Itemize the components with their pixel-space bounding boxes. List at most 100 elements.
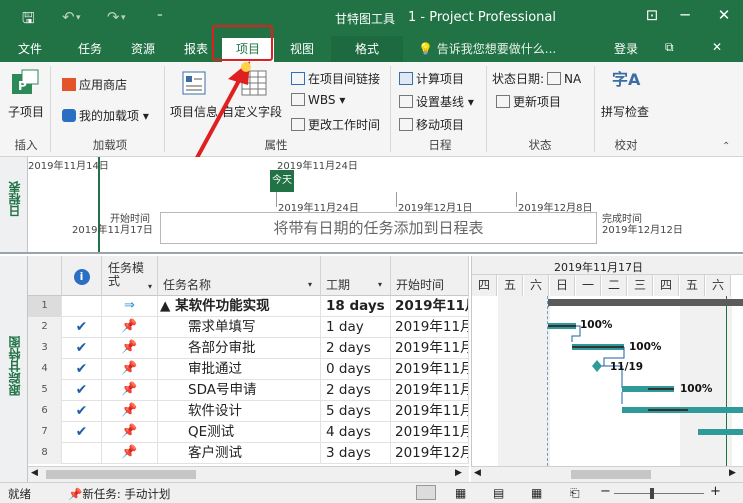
start-cell[interactable]: 2019年11月	[391, 338, 469, 359]
row-number[interactable]: 6	[28, 401, 62, 422]
table-row[interactable]: 6 ✔ 📌 软件设计 5 days 2019年11月	[28, 401, 469, 422]
start-cell[interactable]: 2019年12月	[391, 443, 469, 464]
table-row[interactable]: 4 ✔ 📌 审批通过 0 days 2019年11月	[28, 359, 469, 380]
duration-header[interactable]: 工期 ▾	[321, 256, 391, 296]
move-project-button[interactable]: 移动项目	[399, 116, 464, 133]
team-planner-icon[interactable]: ▤	[493, 486, 504, 500]
task-mode-cell[interactable]: 📌	[102, 317, 158, 338]
customize-toolbar-icon[interactable]: ⁼	[157, 10, 163, 23]
close-icon[interactable]: ✕	[712, 6, 736, 24]
table-row[interactable]: 3 ✔ 📌 各部分审批 2 days 2019年11月	[28, 338, 469, 359]
tab-format[interactable]: 格式	[331, 36, 403, 62]
duration-cell[interactable]: 4 days	[321, 422, 391, 443]
zoom-slider[interactable]	[614, 493, 704, 494]
minimize-icon[interactable]: ─	[673, 6, 697, 24]
start-cell[interactable]: 2019年11月	[391, 380, 469, 401]
undo-icon[interactable]: ↶	[62, 8, 75, 26]
task-mode-cell[interactable]: ⇒	[102, 296, 158, 317]
start-cell[interactable]: 2019年11月	[391, 317, 469, 338]
chart-hscrollbar[interactable]: ◀ ▶	[471, 466, 743, 482]
undo-dropdown-icon[interactable]: ▾	[76, 13, 81, 23]
task-name-cell[interactable]: 软件设计	[158, 401, 321, 422]
tab-task[interactable]: 任务	[78, 40, 102, 57]
tab-file[interactable]: 文件	[18, 40, 42, 57]
redo-dropdown-icon[interactable]: ▾	[121, 13, 126, 23]
row-number[interactable]: 5	[28, 380, 62, 401]
task-name-cell[interactable]: SDA号申请	[158, 380, 321, 401]
start-cell[interactable]: 2019年11月	[391, 401, 469, 422]
task-mode-cell[interactable]: 📌	[102, 443, 158, 464]
tab-resource[interactable]: 资源	[131, 40, 155, 57]
task-name-cell[interactable]: 需求单填写	[158, 317, 321, 338]
row-number[interactable]: 4	[28, 359, 62, 380]
tell-me-box[interactable]: 💡 告诉我您想要做什么...	[418, 40, 556, 57]
subproject-button[interactable]: 子项目	[8, 103, 44, 120]
tab-view[interactable]: 视图	[290, 40, 314, 57]
table-row[interactable]: 5 ✔ 📌 SDA号申请 2 days 2019年11月	[28, 380, 469, 401]
change-work-time-button[interactable]: 更改工作时间	[291, 116, 380, 133]
filter-dropdown-icon[interactable]: ▾	[378, 280, 382, 289]
duration-cell[interactable]: 0 days	[321, 359, 391, 380]
task-name-header[interactable]: 任务名称 ▾	[158, 256, 321, 296]
calc-project-button[interactable]: 计算项目	[399, 70, 464, 87]
close-window-icon[interactable]: ✕	[712, 40, 722, 54]
task-name-cell[interactable]: 各部分审批	[158, 338, 321, 359]
timeline[interactable]: 日程表 2019年11月14日 2019年11月24日 今天 2019年11月2…	[0, 157, 743, 254]
task-mode-cell[interactable]: 📌	[102, 401, 158, 422]
filter-dropdown-icon[interactable]: ▾	[148, 280, 152, 293]
select-all-corner[interactable]	[28, 256, 62, 296]
scroll-thumb[interactable]	[46, 470, 196, 479]
redo-icon[interactable]: ↷	[107, 8, 120, 26]
task-usage-icon[interactable]: ▦	[455, 486, 466, 500]
task-mode-cell[interactable]: 📌	[102, 380, 158, 401]
new-task-mode[interactable]: 📌新任务: 手动计划	[68, 486, 170, 502]
wbs-button[interactable]: WBS ▾	[291, 93, 345, 107]
table-row[interactable]: 7 ✔ 📌 QE测试 4 days 2019年11月	[28, 422, 469, 443]
resource-sheet-icon[interactable]: ▦	[531, 486, 542, 500]
timeline-drop-area[interactable]: 将带有日期的任务添加到日程表	[160, 212, 597, 244]
my-addins-button[interactable]: 我的加载项 ▾	[62, 107, 149, 124]
update-project-button[interactable]: 更新项目	[496, 93, 561, 110]
set-baseline-button[interactable]: 设置基线 ▾	[399, 93, 474, 110]
row-number[interactable]: 2	[28, 317, 62, 338]
duration-cell[interactable]: 2 days	[321, 380, 391, 401]
table-row[interactable]: 8 📌 客户测试 3 days 2019年12月	[28, 443, 469, 464]
gantt-chart[interactable]: 2019年11月17日 四五六日一二三四五六 100% 100% 11/19 1…	[471, 256, 743, 466]
duration-cell[interactable]: 2 days	[321, 338, 391, 359]
duration-cell[interactable]: 1 day	[321, 317, 391, 338]
row-number[interactable]: 3	[28, 338, 62, 359]
zoom-slider-thumb[interactable]	[650, 488, 654, 499]
start-cell[interactable]: 2019年11月	[391, 359, 469, 380]
gantt-view-icon[interactable]	[416, 485, 436, 500]
report-icon[interactable]: ⎗	[570, 486, 580, 501]
scroll-right-icon[interactable]: ▶	[455, 468, 462, 478]
duration-cell[interactable]: 18 days	[321, 296, 391, 317]
table-row[interactable]: 1 ⇒ ▲ 某软件功能实现18 days2019年11月	[28, 296, 469, 317]
task-name-cell[interactable]: QE测试	[158, 422, 321, 443]
start-cell[interactable]: 2019年11月	[391, 422, 469, 443]
row-number[interactable]: 8	[28, 443, 62, 464]
filter-dropdown-icon[interactable]: ▾	[308, 280, 312, 289]
collapse-ribbon-icon[interactable]: ⌃	[722, 141, 730, 152]
app-store-button[interactable]: 应用商店	[62, 76, 127, 93]
task-name-cell[interactable]: ▲ 某软件功能实现	[158, 296, 321, 317]
spell-check-button[interactable]: 拼写检查	[601, 103, 649, 120]
ribbon-options-icon[interactable]: ⊡	[640, 6, 664, 24]
task-name-cell[interactable]: 审批通过	[158, 359, 321, 380]
status-date-button[interactable]: 状态日期: NA	[492, 70, 581, 87]
restore-icon[interactable]: ⧉	[665, 40, 674, 55]
login-link[interactable]: 登录	[614, 40, 638, 57]
task-mode-cell[interactable]: 📌	[102, 422, 158, 443]
table-row[interactable]: 2 ✔ 📌 需求单填写 1 day 2019年11月	[28, 317, 469, 338]
scroll-thumb[interactable]	[571, 470, 651, 479]
duration-cell[interactable]: 3 days	[321, 443, 391, 464]
task-mode-cell[interactable]: 📌	[102, 338, 158, 359]
task-name-cell[interactable]: 客户测试	[158, 443, 321, 464]
table-hscrollbar[interactable]: ◀ ▶	[28, 466, 469, 482]
duration-cell[interactable]: 5 days	[321, 401, 391, 422]
zoom-in-icon[interactable]: +	[710, 484, 721, 499]
save-icon[interactable]: 🖫	[22, 8, 35, 33]
row-number[interactable]: 7	[28, 422, 62, 443]
scroll-left-icon[interactable]: ◀	[474, 468, 481, 478]
row-number[interactable]: 1	[28, 296, 62, 317]
